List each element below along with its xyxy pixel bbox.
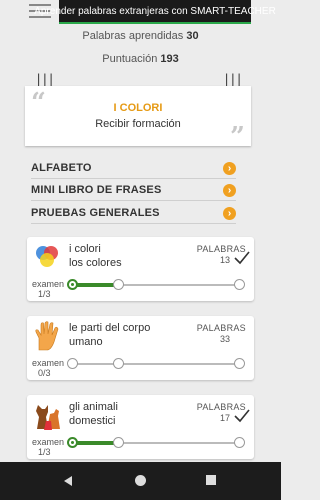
lesson-card-body-parts[interactable]: le parti del corpo umano PALABRAS 33 exa…: [27, 316, 254, 380]
words-label: PALABRAS: [196, 323, 246, 333]
exam-label: examen: [32, 358, 65, 368]
lesson-subtitle: domestici: [69, 415, 116, 427]
chevron-right-icon[interactable]: ›: [223, 183, 236, 197]
exam-count: 0/3: [38, 368, 51, 378]
hand-icon: [35, 321, 59, 351]
current-lesson-subtitle: Recibir formación: [95, 118, 181, 130]
ad-banner[interactable]: Aprender palabras extranjeras con SMART-…: [34, 0, 276, 23]
exam-label: examen: [32, 437, 65, 447]
lesson-title: le parti del corpo: [69, 322, 151, 334]
chevron-right-icon[interactable]: ›: [223, 161, 236, 175]
menu-item-label: ALFABETO: [31, 162, 92, 174]
lesson-subtitle: umano: [69, 336, 103, 348]
words-count: 17: [219, 413, 230, 423]
exam-progress-fill: [72, 441, 118, 445]
ad-banner-accent: [59, 22, 251, 24]
exam-label: examen: [32, 279, 65, 289]
current-lesson-card[interactable]: ||| ||| “ I COLORI Recibir formación ”: [25, 72, 251, 150]
words-count: 33: [219, 334, 230, 344]
top-bar: Aprender palabras extranjeras con SMART-…: [0, 0, 281, 24]
exam-step-dot[interactable]: [113, 279, 124, 290]
menu-item-general-tests[interactable]: PRUEBAS GENERALES ›: [31, 203, 236, 224]
lesson-card-colors[interactable]: i colori los colores PALABRAS 13 examen …: [27, 237, 254, 301]
exam-step-dot[interactable]: [234, 437, 245, 448]
exam-step-dot[interactable]: [67, 437, 78, 448]
close-quote-icon: ”: [230, 122, 245, 152]
recent-apps-icon[interactable]: [206, 475, 216, 485]
exam-count: 1/3: [38, 447, 51, 457]
menu-item-label: PRUEBAS GENERALES: [31, 207, 160, 219]
words-learned-label: Palabras aprendidas: [82, 30, 184, 42]
exam-step-dot[interactable]: [67, 358, 78, 369]
exam-step-dot[interactable]: [234, 358, 245, 369]
checkmark-icon: [234, 251, 250, 265]
dog-cat-icon: [36, 405, 60, 430]
exam-progress-track: [72, 363, 240, 365]
menu-item-alphabet[interactable]: ALFABETO ›: [31, 158, 236, 179]
exam-step-dot[interactable]: [67, 279, 78, 290]
score-label: Puntuación: [102, 53, 158, 65]
back-icon[interactable]: [64, 476, 72, 486]
binder-ring-icon: |||: [223, 72, 243, 86]
home-icon[interactable]: [135, 475, 146, 486]
checkmark-icon: [234, 409, 250, 423]
lesson-subtitle: los colores: [69, 257, 122, 269]
words-learned-value: 30: [186, 30, 199, 42]
exam-step-dot[interactable]: [234, 279, 245, 290]
score-stat: Puntuación 193: [0, 53, 281, 65]
menu-item-label: MINI LIBRO DE FRASES: [31, 184, 162, 196]
lesson-title: i colori: [69, 243, 101, 255]
words-count: 13: [219, 255, 230, 265]
lesson-card-pets[interactable]: gli animali domestici PALABRAS 17 examen…: [27, 395, 254, 459]
exam-step-dot[interactable]: [113, 358, 124, 369]
current-lesson-title: I COLORI: [113, 102, 163, 114]
exam-progress-fill: [72, 283, 118, 287]
words-learned-stat: Palabras aprendidas 30: [0, 30, 281, 42]
exam-step-dot[interactable]: [113, 437, 124, 448]
lesson-title: gli animali: [69, 401, 118, 413]
menu-item-phrasebook[interactable]: MINI LIBRO DE FRASES ›: [31, 180, 236, 201]
color-circles-icon: [36, 246, 58, 267]
score-value: 193: [160, 53, 179, 65]
chevron-right-icon[interactable]: ›: [223, 206, 236, 220]
exam-count: 1/3: [38, 289, 51, 299]
system-nav-bar: [0, 462, 281, 500]
